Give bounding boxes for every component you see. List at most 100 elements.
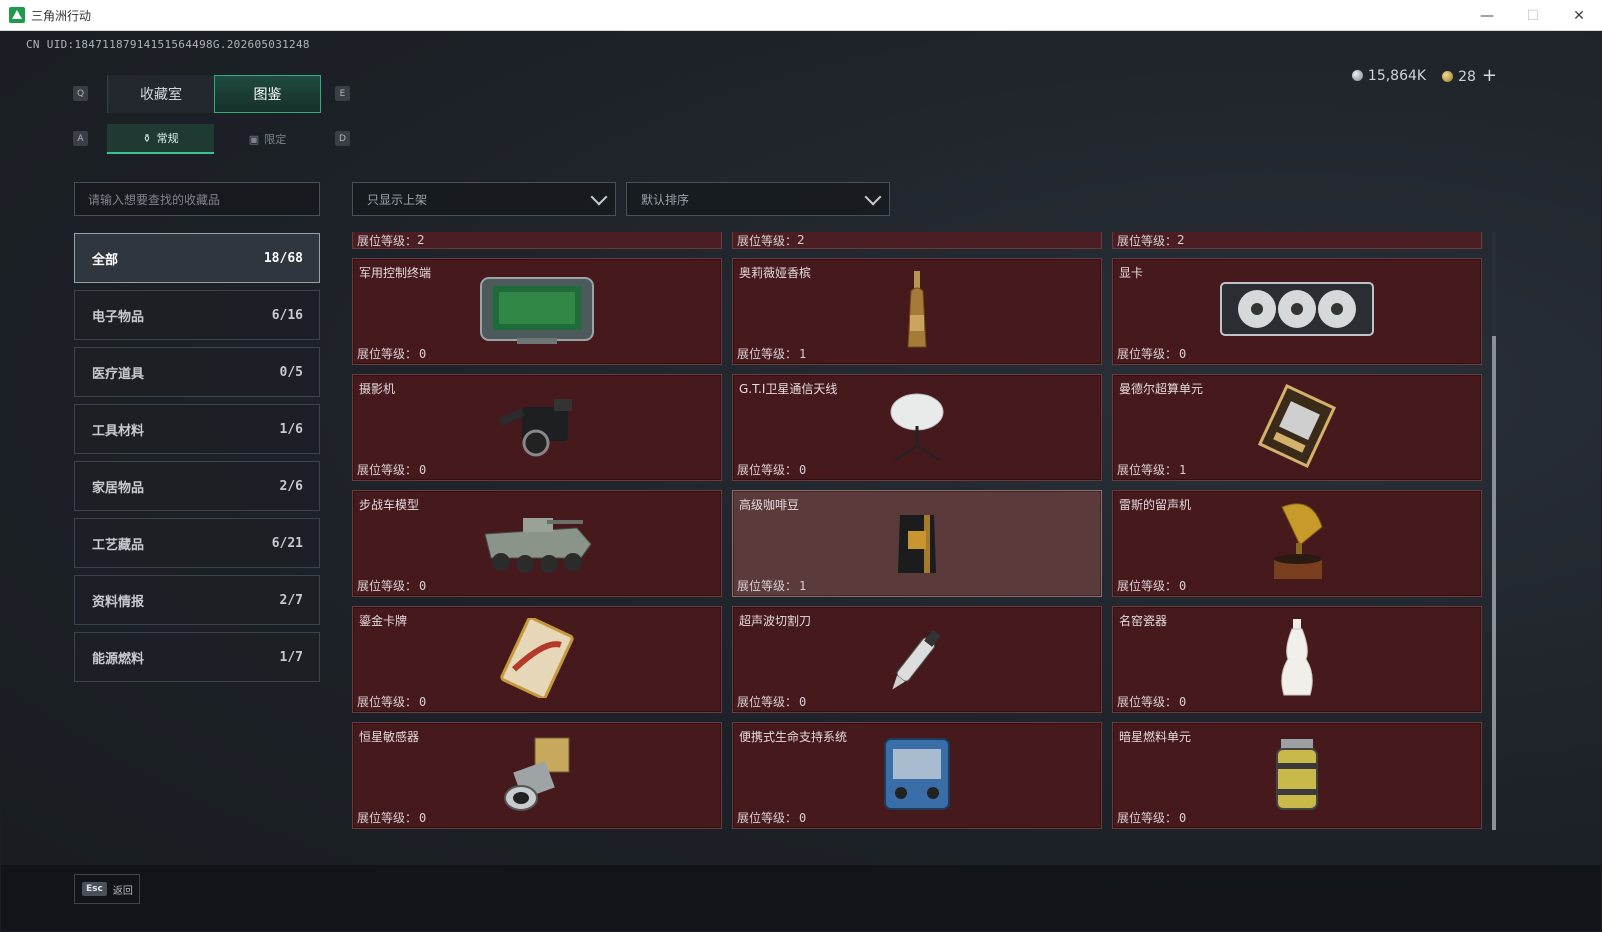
item-card[interactable]: 高级咖啡豆展位等级： 1: [732, 490, 1102, 597]
item-card[interactable]: 曼德尔超算单元 展位等级： 1: [1112, 374, 1482, 481]
item-name: 曼德尔超算单元: [1119, 382, 1204, 396]
item-card[interactable]: 暗星燃料单元 展位等级： 0: [1112, 722, 1482, 829]
game-viewport: CN UID:18471187914151564498G.20260503124…: [1, 31, 1601, 931]
item-card[interactable]: 摄影机 展位等级： 0: [352, 374, 722, 481]
level-label: 展位等级：: [737, 463, 798, 477]
item-card[interactable]: 显卡 展位等级： 0: [1112, 258, 1482, 365]
item-card[interactable]: 鎏金卡牌 展位等级： 0: [352, 606, 722, 713]
category-electronics[interactable]: 电子物品 6/16: [74, 290, 320, 340]
chevron-down-icon: [865, 191, 879, 205]
window-title: 三角洲行动: [31, 8, 92, 23]
level-value: 0: [799, 463, 807, 477]
satellite-dish-icon: [885, 386, 949, 470]
item-name: 高级咖啡豆: [739, 498, 800, 512]
item-card[interactable]: 名窑瓷器 展位等级： 0: [1112, 606, 1482, 713]
item-level: 展位等级： 0: [357, 345, 426, 362]
search-input[interactable]: 请输入想要查找的收藏品: [74, 182, 320, 216]
maximize-button[interactable]: ☐: [1510, 0, 1556, 31]
item-card[interactable]: 超声波切割刀 展位等级： 0: [732, 606, 1102, 713]
window-controls: — ☐ ✕: [1464, 0, 1602, 31]
item-card[interactable]: G.T.I卫星通信天线 展位等级： 0: [732, 374, 1102, 481]
item-card[interactable]: 雷斯的留声机 展位等级： 0: [1112, 490, 1482, 597]
item-card[interactable]: 恒星敏感器 展位等级： 0: [352, 722, 722, 829]
level-label: 展位等级：: [357, 811, 418, 825]
level-value: 1: [799, 347, 807, 361]
partial-card[interactable]: 展位等级： 2: [1112, 232, 1482, 249]
grid-scrollbar[interactable]: [1492, 232, 1496, 830]
item-card[interactable]: 奥莉薇娅香槟 展位等级： 1: [732, 258, 1102, 365]
item-name: 雷斯的留声机: [1119, 498, 1192, 512]
item-level: 展位等级： 1: [737, 577, 806, 594]
category-count: 1/6: [279, 421, 303, 437]
silver-currency: 15,864K: [1351, 67, 1427, 84]
tab-regular-label: 常规: [156, 132, 179, 145]
gold-currency: 28 +: [1442, 65, 1497, 86]
item-name: 超声波切割刀: [739, 614, 812, 628]
category-list: 全部 18/68 电子物品 6/16 医疗道具 0/5 工具材料 1/6 家居物品 2/6…: [74, 233, 320, 689]
item-card[interactable]: 便携式生命支持系统 展位等级： 0: [732, 722, 1102, 829]
category-count: 18/68: [263, 250, 303, 266]
tab-limited-label: 限定: [264, 133, 287, 146]
category-label: 工具材料: [92, 423, 145, 439]
tab-collection-room[interactable]: 收藏室: [107, 75, 214, 113]
level-label: 展位等级：: [357, 347, 418, 361]
champagne-bottle-icon: [902, 269, 932, 355]
partial-card[interactable]: 展位等级： 2: [352, 232, 722, 249]
item-name: 军用控制终端: [359, 266, 432, 280]
main-tabs: 收藏室 图鉴: [107, 75, 321, 113]
category-tools[interactable]: 工具材料 1/6: [74, 404, 320, 454]
scroll-thumb[interactable]: [1492, 336, 1496, 830]
close-button[interactable]: ✕: [1556, 0, 1602, 31]
silver-amount: 15,864K: [1367, 67, 1427, 84]
level-label: 展位等级：: [1117, 463, 1178, 477]
level-label: 展位等级：: [1117, 695, 1178, 709]
ultrasonic-cutter-icon: [877, 617, 957, 703]
shelf-filter-dropdown[interactable]: 只显示上架: [352, 182, 616, 216]
tab-regular[interactable]: ⚱ 常规: [107, 124, 214, 154]
item-name: 奥莉薇娅香槟: [739, 266, 812, 280]
collection-grid: 展位等级： 2 展位等级： 2 展位等级： 2 军用控制终端 展位等级： 0 奥莉薇娅香槟展…: [352, 232, 1498, 830]
level-value: 0: [1179, 811, 1187, 825]
ifv-model-icon: [477, 504, 597, 584]
item-card[interactable]: 军用控制终端 展位等级： 0: [352, 258, 722, 365]
silver-coin-icon: [1351, 69, 1363, 81]
item-level: 展位等级： 0: [737, 461, 806, 478]
partial-card[interactable]: 展位等级： 2: [732, 232, 1102, 249]
level-label: 展位等级：: [737, 579, 798, 593]
gramophone-icon: [1262, 497, 1332, 591]
item-name: 步战车模型: [359, 498, 420, 512]
partial-row: 展位等级： 2 展位等级： 2 展位等级： 2: [352, 232, 1486, 249]
item-card[interactable]: 步战车模型 展位等级： 0: [352, 490, 722, 597]
category-household[interactable]: 家居物品 2/6: [74, 461, 320, 511]
back-label: 返回: [112, 885, 133, 897]
category-crafts[interactable]: 工艺藏品 6/21: [74, 518, 320, 568]
star-sensor-icon: [499, 732, 575, 820]
item-level: 展位等级： 0: [357, 461, 426, 478]
tab-catalog[interactable]: 图鉴: [214, 75, 321, 113]
sort-dropdown[interactable]: 默认排序: [626, 182, 890, 216]
minimize-button[interactable]: —: [1464, 0, 1510, 31]
level-label: 展位等级：: [357, 463, 418, 477]
gold-coin-icon: [1442, 71, 1454, 82]
back-button[interactable]: Esc 返回: [74, 874, 140, 904]
key-hint-a: A: [73, 131, 88, 146]
category-fuel[interactable]: 能源燃料 1/7: [74, 632, 320, 682]
item-level: 展位等级： 1: [1117, 461, 1186, 478]
level-label: 展位等级：: [1117, 233, 1178, 248]
category-label: 电子物品: [92, 309, 145, 325]
item-level: 展位等级： 0: [1117, 345, 1186, 362]
item-level: 展位等级： 0: [1117, 809, 1186, 826]
player-uid: CN UID:18471187914151564498G.20260503124…: [26, 38, 310, 51]
fuel-cell-icon: [1269, 733, 1325, 819]
category-all[interactable]: 全部 18/68: [74, 233, 320, 283]
life-support-icon: [879, 733, 955, 819]
item-grid: 军用控制终端 展位等级： 0 奥莉薇娅香槟 展位等级： 1 显卡 展位等级： 0 摄影机 展位等级：…: [352, 258, 1482, 829]
level-label: 展位等级：: [737, 695, 798, 709]
category-medical[interactable]: 医疗道具 0/5: [74, 347, 320, 397]
item-name: 鎏金卡牌: [359, 614, 408, 628]
graphics-card-icon: [1217, 277, 1377, 347]
tab-limited[interactable]: ▣ 限定: [214, 124, 321, 154]
category-label: 能源燃料: [92, 651, 145, 667]
category-intel[interactable]: 资料情报 2/7: [74, 575, 320, 625]
add-currency-button[interactable]: +: [1482, 65, 1497, 86]
